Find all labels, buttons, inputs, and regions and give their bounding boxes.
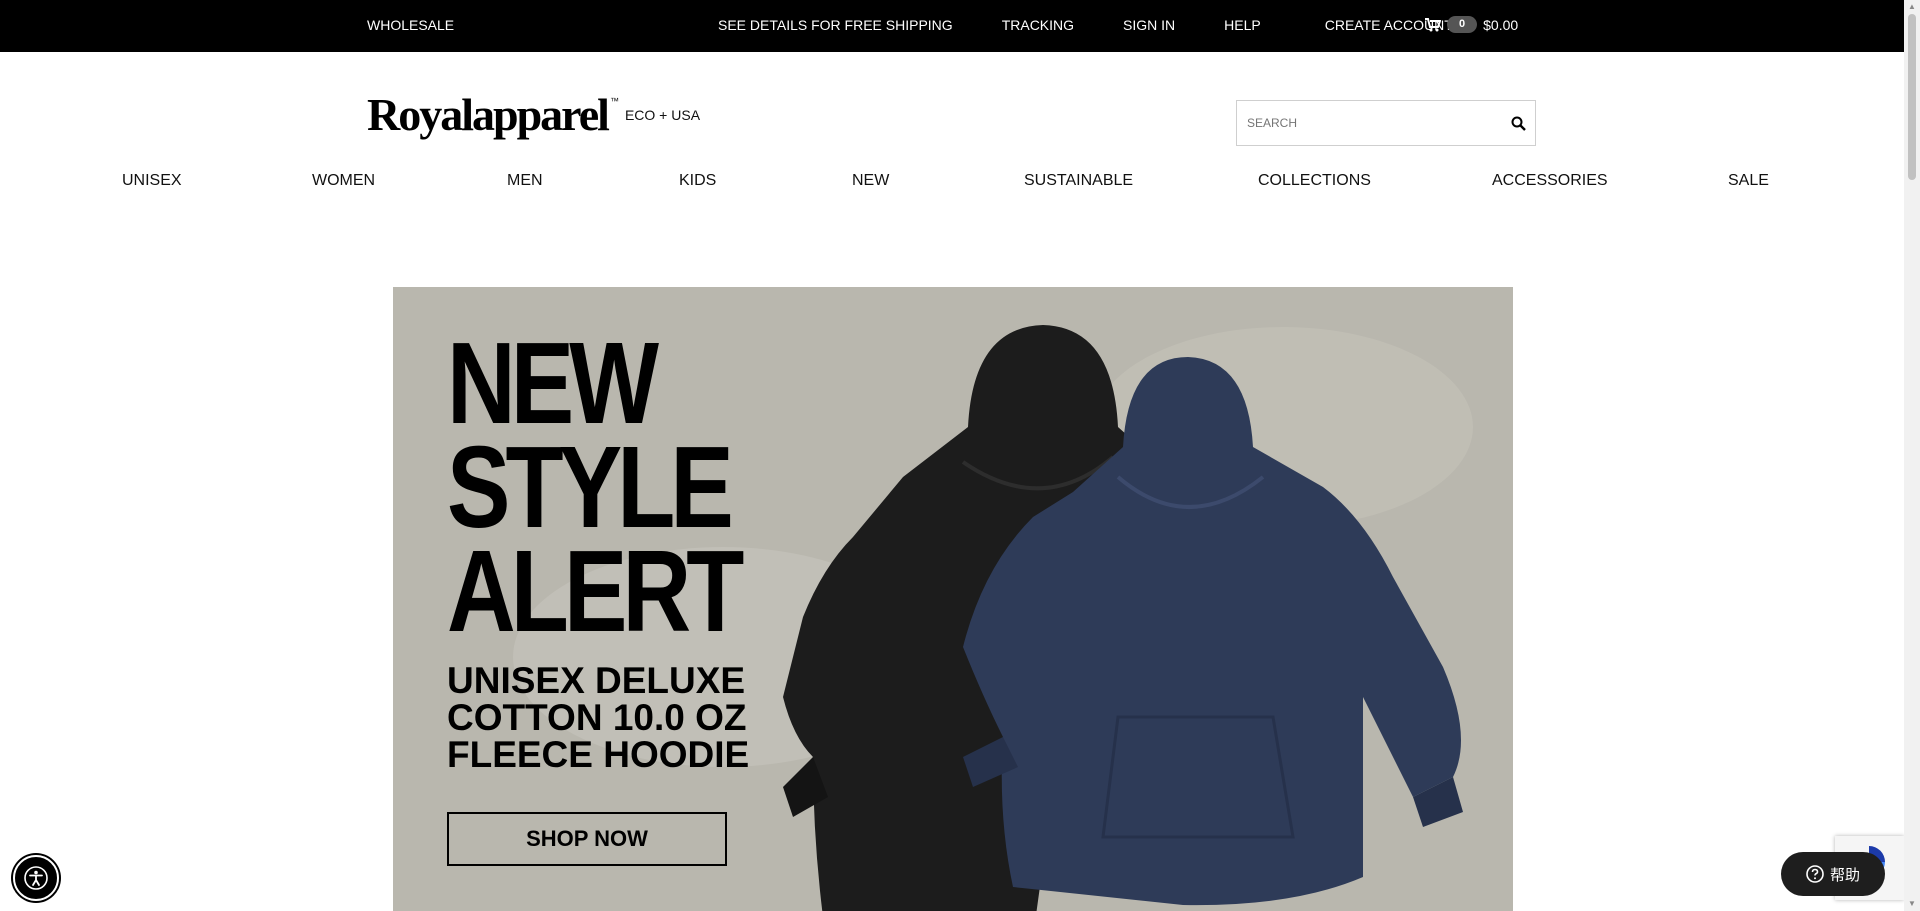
nav-item-accessories[interactable]: ACCESSORIES bbox=[1492, 172, 1608, 190]
site-logo[interactable]: Royalapparel ™ ECO + USA bbox=[367, 88, 700, 141]
search-box bbox=[1236, 100, 1536, 146]
top-utility-bar: WHOLESALE SEE DETAILS FOR FREE SHIPPING … bbox=[0, 0, 1904, 52]
brand-name: Royalapparel bbox=[367, 89, 610, 140]
subline-2: COTTON 10.0 OZ bbox=[447, 697, 747, 738]
headline-line-1: NEW bbox=[447, 318, 659, 448]
accessibility-button[interactable] bbox=[13, 855, 59, 901]
headline-line-3: ALERT bbox=[447, 526, 744, 656]
free-shipping-link[interactable]: SEE DETAILS FOR FREE SHIPPING bbox=[718, 17, 953, 33]
nav-item-new[interactable]: NEW bbox=[852, 172, 889, 190]
scrollbar-thumb[interactable] bbox=[1908, 14, 1916, 180]
hero-banner[interactable]: NEW STYLE ALERT UNISEX DELUXE COTTON 10.… bbox=[393, 287, 1513, 911]
nav-item-sale[interactable]: SALE bbox=[1728, 172, 1769, 190]
hoodie-image bbox=[783, 325, 1463, 911]
question-icon bbox=[1806, 865, 1824, 883]
accessibility-icon bbox=[24, 866, 48, 890]
nav-item-women[interactable]: WOMEN bbox=[312, 172, 375, 190]
main-navigation: UNISEX WOMEN MEN KIDS NEW SUSTAINABLE CO… bbox=[0, 172, 1904, 196]
search-icon[interactable] bbox=[1501, 116, 1535, 131]
nav-item-unisex[interactable]: UNISEX bbox=[122, 172, 182, 190]
logo-tagline: ECO + USA bbox=[624, 106, 701, 123]
cart-icon bbox=[1425, 17, 1441, 31]
cart-total: $0.00 bbox=[1483, 16, 1519, 33]
cart-count-badge: 0 bbox=[1447, 16, 1478, 33]
subline-3: FLEECE HOODIE bbox=[447, 734, 750, 775]
help-link[interactable]: HELP bbox=[1224, 17, 1261, 33]
tracking-link[interactable]: TRACKING bbox=[1002, 17, 1074, 33]
hero-headline: NEW STYLE ALERT bbox=[447, 318, 744, 656]
sign-in-link[interactable]: SIGN IN bbox=[1123, 17, 1175, 33]
cart-button[interactable]: 0 $0.00 bbox=[1425, 16, 1518, 33]
nav-item-men[interactable]: MEN bbox=[507, 172, 543, 190]
page-scrollbar[interactable]: ▲ ▼ bbox=[1904, 0, 1920, 911]
utility-links: SEE DETAILS FOR FREE SHIPPING TRACKING S… bbox=[718, 17, 1502, 33]
help-widget-label: 帮助 bbox=[1829, 866, 1860, 884]
search-input[interactable] bbox=[1237, 115, 1501, 131]
trademark-symbol: ™ bbox=[609, 95, 619, 106]
wholesale-link[interactable]: WHOLESALE bbox=[367, 17, 454, 33]
help-widget-button[interactable]: 帮助 bbox=[1781, 852, 1885, 896]
shop-now-button[interactable]: SHOP NOW bbox=[447, 812, 727, 866]
hero-subheadline: UNISEX DELUXE COTTON 10.0 OZ FLEECE HOOD… bbox=[447, 662, 749, 773]
nav-item-collections[interactable]: COLLECTIONS bbox=[1258, 172, 1371, 190]
subline-1: UNISEX DELUXE bbox=[447, 660, 746, 701]
scroll-down-icon[interactable]: ▼ bbox=[1908, 899, 1916, 908]
scroll-up-icon[interactable]: ▲ bbox=[1908, 2, 1916, 11]
nav-item-kids[interactable]: KIDS bbox=[679, 172, 716, 190]
nav-item-sustainable[interactable]: SUSTAINABLE bbox=[1024, 172, 1133, 190]
headline-line-2: STYLE bbox=[447, 422, 734, 552]
